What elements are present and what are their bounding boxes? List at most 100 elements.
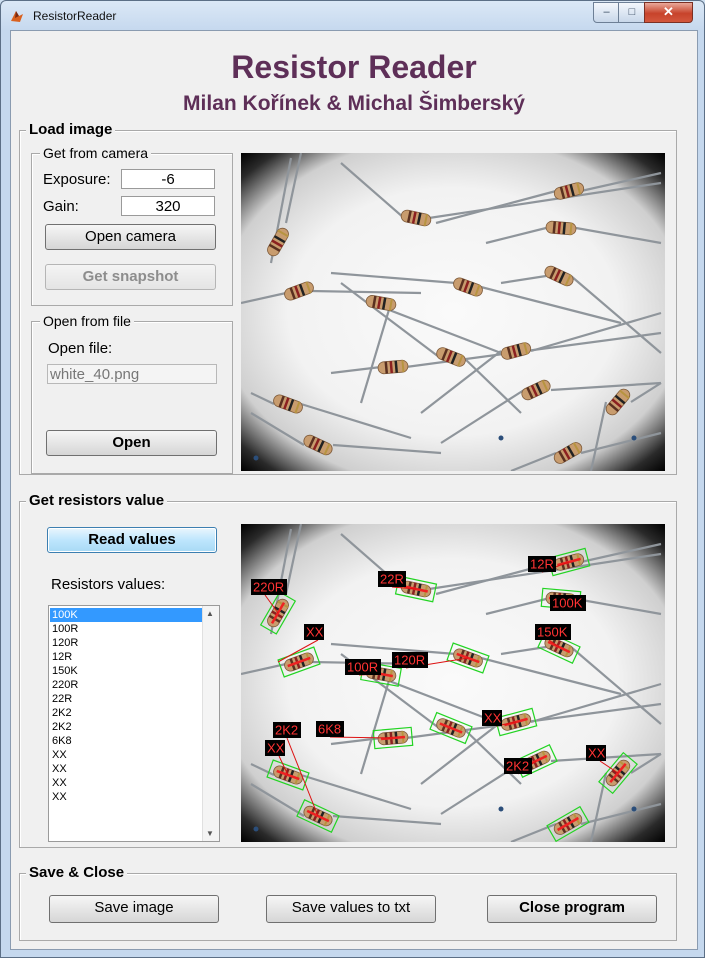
list-item[interactable]: 22R <box>50 692 204 706</box>
list-item[interactable]: 12R <box>50 650 204 664</box>
resistor-lead <box>510 822 557 842</box>
list-item[interactable]: XX <box>50 762 204 776</box>
resistor <box>553 442 583 464</box>
open-camera-button[interactable]: Open camera <box>45 224 216 250</box>
list-item[interactable]: 100R <box>50 622 204 636</box>
resistor <box>400 209 432 227</box>
list-item[interactable]: 6K8 <box>50 734 204 748</box>
resistor-lead <box>250 783 305 817</box>
scroll-down-icon[interactable]: ▼ <box>206 829 214 838</box>
get-values-legend: Get resistors value <box>26 492 168 509</box>
list-item[interactable]: 120R <box>50 636 204 650</box>
resistor-lead <box>575 597 662 616</box>
resistor <box>436 347 466 367</box>
list-scrollbar[interactable]: ▲ ▼ <box>202 606 219 841</box>
detection-label: XX <box>588 746 606 761</box>
loaded-image <box>241 153 665 471</box>
get-snapshot-button[interactable]: Get snapshot <box>45 264 216 290</box>
list-item[interactable]: 220R <box>50 678 204 692</box>
resistor <box>284 281 314 301</box>
resistors-photo <box>241 153 662 471</box>
resistor-lead <box>589 772 608 842</box>
resistors-values-list[interactable]: 100K 100R 120R 12R 150K 220R 22R 2K2 2K2 6K8 XX XX X… <box>48 605 220 842</box>
resistor-lead <box>435 189 557 225</box>
resistor-lead <box>340 282 440 358</box>
resistor-lead <box>440 389 525 444</box>
open-file-button[interactable]: Open <box>46 430 217 456</box>
resistor <box>365 295 397 311</box>
window-title: ResistorReader <box>33 9 117 23</box>
resistor <box>273 394 303 414</box>
close-program-button[interactable]: Close program <box>487 895 657 923</box>
resistor-lead <box>485 597 547 616</box>
detection-label: 6K8 <box>318 722 341 737</box>
file-panel: Open from file Open file: white_40.png O… <box>31 313 233 474</box>
resistor-lead <box>340 162 405 219</box>
resistor <box>605 388 631 416</box>
file-path-input[interactable]: white_40.png <box>47 364 217 384</box>
detection-label: 22R <box>380 572 404 587</box>
resistor-lead <box>250 412 305 446</box>
matlab-icon <box>11 11 23 22</box>
minimize-button[interactable]: – <box>593 2 620 23</box>
load-image-legend: Load image <box>26 121 116 138</box>
resistor-lead <box>510 451 557 471</box>
resistor-lead <box>589 401 608 471</box>
detection-label: 12R <box>530 557 554 572</box>
resistor-lead <box>250 392 275 405</box>
close-window-button[interactable]: ✕ <box>644 2 693 23</box>
list-item[interactable]: 2K2 <box>50 720 204 734</box>
detection-label: 100K <box>552 596 583 611</box>
gain-label: Gain: <box>43 198 79 215</box>
resistor <box>500 342 532 360</box>
resistor-lead <box>300 773 412 811</box>
resistor-lead <box>530 311 662 353</box>
scroll-up-icon[interactable]: ▲ <box>206 609 214 618</box>
client-area: Resistor Reader Milan Kořínek & Michal Š… <box>10 30 698 950</box>
resistor-lead <box>330 365 382 375</box>
resistor-lead <box>241 662 287 676</box>
list-item[interactable]: XX <box>50 790 204 804</box>
speck <box>253 455 259 461</box>
list-item[interactable]: 2K2 <box>50 706 204 720</box>
resistor-lead <box>630 382 662 403</box>
list-item[interactable]: 100K <box>50 608 204 622</box>
resistor-lead <box>310 289 422 295</box>
resistor-lead <box>300 402 412 440</box>
speck <box>498 435 504 441</box>
resistor-lead <box>530 682 662 724</box>
list-item[interactable]: XX <box>50 776 204 790</box>
resistor-lead <box>332 443 442 455</box>
exposure-input[interactable]: -6 <box>121 169 215 189</box>
save-values-txt-button[interactable]: Save values to txt <box>266 895 436 923</box>
save-close-legend: Save & Close <box>26 864 128 881</box>
resistor-lead <box>332 814 442 826</box>
resistor-lead <box>580 431 662 455</box>
resistor-lead <box>462 356 522 414</box>
resistor-lead <box>284 524 303 595</box>
resistor-lead <box>580 802 662 826</box>
exposure-label: Exposure: <box>43 171 111 188</box>
speck <box>498 806 504 812</box>
list-item[interactable]: 150K <box>50 664 204 678</box>
maximize-button[interactable]: □ <box>618 2 646 23</box>
resistor-lead <box>485 226 547 245</box>
camera-panel: Get from camera Exposure: -6 Gain: 320 O… <box>31 145 233 306</box>
resistor-lead <box>330 271 457 285</box>
annotated-photo: 220R XX 22R 12R 100K 150K 100R 120R XX 2K2 6K8 XX 2K… <box>241 524 662 842</box>
resistor-lead <box>462 727 522 785</box>
get-values-panel: Get resistors value Read values Resistor… <box>19 492 677 848</box>
detection-label: XX <box>484 711 502 726</box>
list-item[interactable]: XX <box>50 748 204 762</box>
save-image-button[interactable]: Save image <box>49 895 219 923</box>
detection-label: 120R <box>394 653 425 668</box>
read-values-button[interactable]: Read values <box>47 527 217 553</box>
detection-label: 220R <box>253 580 284 595</box>
detection-label: XX <box>306 625 324 640</box>
speck <box>253 826 259 832</box>
title-bar[interactable]: ResistorReader – □ ✕ <box>1 1 704 31</box>
resistor <box>377 359 409 375</box>
gain-input[interactable]: 320 <box>121 196 215 216</box>
detection-label: 100R <box>347 660 378 675</box>
app-title: Resistor Reader <box>231 49 477 85</box>
